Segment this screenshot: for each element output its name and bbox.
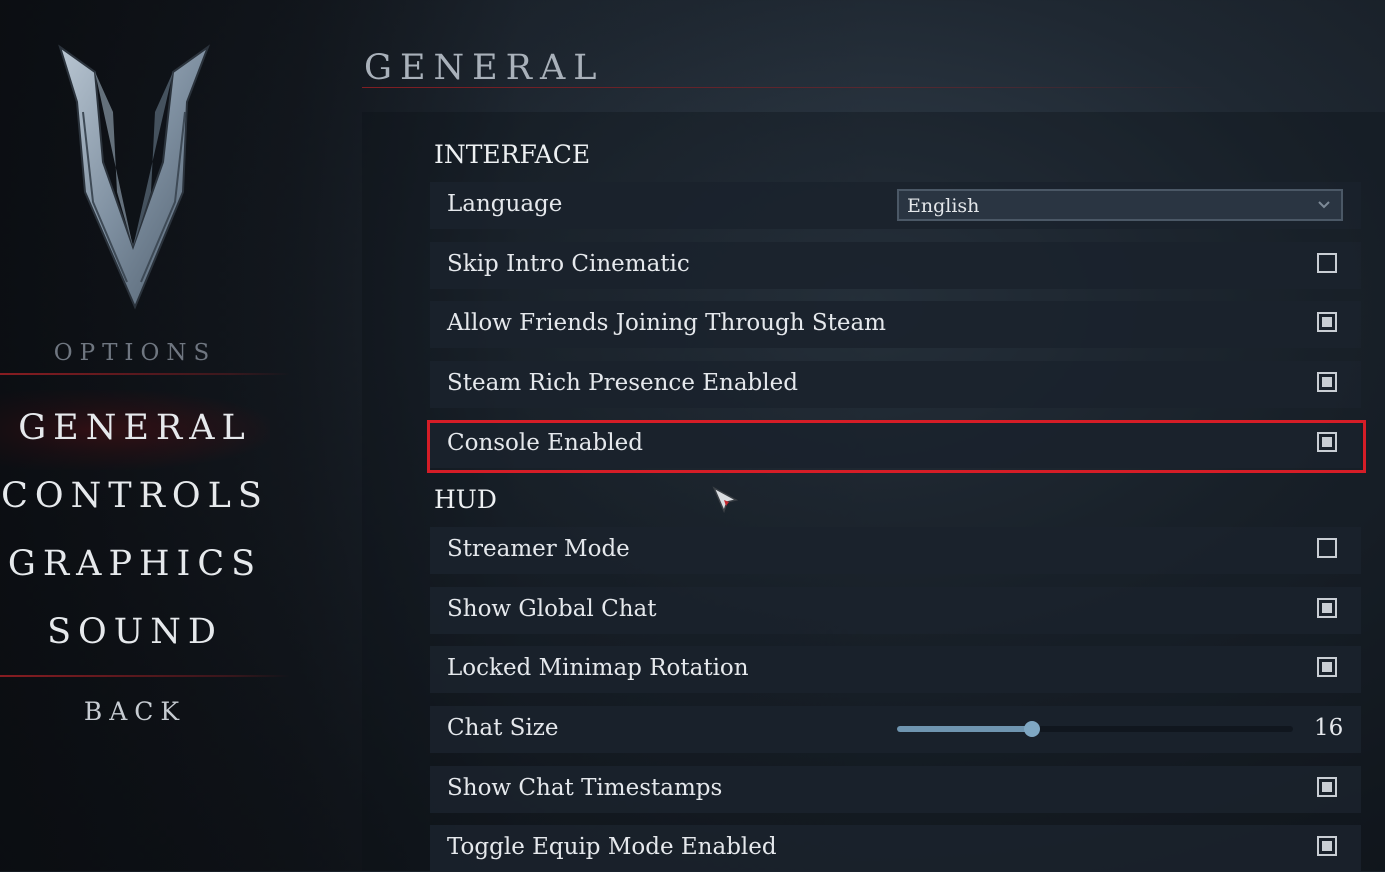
- language-dropdown-value: English: [907, 195, 980, 217]
- setting-label-toggle-equip-mode: Toggle Equip Mode Enabled: [447, 834, 777, 860]
- nav-graphics[interactable]: GRAPHICS: [0, 544, 270, 584]
- setting-label-locked-minimap: Locked Minimap Rotation: [447, 655, 749, 681]
- chat-size-slider-thumb[interactable]: [1023, 721, 1040, 737]
- section-title-hud: HUD: [434, 485, 497, 514]
- setting-label-chat-size: Chat Size: [447, 715, 559, 741]
- setting-label-show-global-chat: Show Global Chat: [447, 596, 657, 622]
- show-global-chat-checkbox[interactable]: [1317, 598, 1337, 618]
- section-title-interface: INTERFACE: [434, 140, 591, 169]
- toggle-equip-mode-checkbox[interactable]: [1317, 836, 1337, 856]
- title-underline: [362, 87, 1222, 88]
- locked-minimap-checkbox[interactable]: [1317, 657, 1337, 677]
- page-title: GENERAL: [364, 48, 605, 88]
- streamer-mode-checkbox[interactable]: [1317, 538, 1337, 558]
- setting-label-streamer-mode: Streamer Mode: [447, 536, 630, 562]
- setting-row-allow-friends: Allow Friends Joining Through Steam: [430, 301, 1361, 348]
- setting-label-allow-friends: Allow Friends Joining Through Steam: [447, 310, 886, 336]
- language-dropdown[interactable]: English: [897, 189, 1343, 221]
- steam-rich-presence-checkbox[interactable]: [1317, 372, 1337, 392]
- setting-row-locked-minimap: Locked Minimap Rotation: [430, 646, 1361, 693]
- setting-row-show-chat-timestamps: Show Chat Timestamps: [430, 766, 1361, 813]
- skip-intro-checkbox[interactable]: [1317, 253, 1337, 273]
- v-rising-logo-icon: [58, 44, 211, 310]
- allow-friends-checkbox[interactable]: [1317, 312, 1337, 332]
- nav-general-label: GENERAL: [18, 408, 252, 448]
- options-title: OPTIONS: [53, 340, 217, 366]
- nav-general[interactable]: GENERAL: [0, 390, 270, 470]
- setting-label-show-chat-timestamps: Show Chat Timestamps: [447, 775, 723, 801]
- chat-size-slider[interactable]: [897, 721, 1293, 737]
- nav-controls[interactable]: CONTROLS: [0, 476, 270, 516]
- show-chat-timestamps-checkbox[interactable]: [1317, 777, 1337, 797]
- setting-label-language: Language: [447, 191, 563, 217]
- setting-label-steam-rich-presence: Steam Rich Presence Enabled: [447, 370, 798, 396]
- nav-sound-label: SOUND: [47, 612, 223, 652]
- setting-label-console-enabled: Console Enabled: [447, 430, 643, 456]
- back-button[interactable]: BACK: [0, 697, 270, 726]
- setting-row-skip-intro: Skip Intro Cinematic: [430, 242, 1361, 289]
- chat-size-slider-fill: [897, 726, 1032, 732]
- setting-row-show-global-chat: Show Global Chat: [430, 587, 1361, 634]
- sidebar-divider-top: [0, 373, 290, 375]
- setting-row-language: Language English: [430, 182, 1361, 229]
- setting-label-skip-intro: Skip Intro Cinematic: [447, 251, 690, 277]
- console-enabled-checkbox[interactable]: [1317, 432, 1337, 452]
- setting-row-chat-size: Chat Size 16: [430, 706, 1361, 753]
- chat-size-value: 16: [1314, 715, 1344, 741]
- nav-graphics-label: GRAPHICS: [7, 544, 263, 584]
- sidebar-divider-bottom: [0, 675, 290, 677]
- chevron-down-icon: [1318, 201, 1330, 209]
- nav-sound[interactable]: SOUND: [0, 612, 270, 652]
- mouse-cursor-icon: [712, 486, 739, 514]
- setting-row-console-enabled: Console Enabled: [430, 421, 1361, 468]
- setting-row-toggle-equip-mode: Toggle Equip Mode Enabled: [430, 825, 1361, 872]
- setting-row-streamer-mode: Streamer Mode: [430, 527, 1361, 574]
- setting-row-steam-rich-presence: Steam Rich Presence Enabled: [430, 361, 1361, 408]
- nav-controls-label: CONTROLS: [1, 476, 269, 516]
